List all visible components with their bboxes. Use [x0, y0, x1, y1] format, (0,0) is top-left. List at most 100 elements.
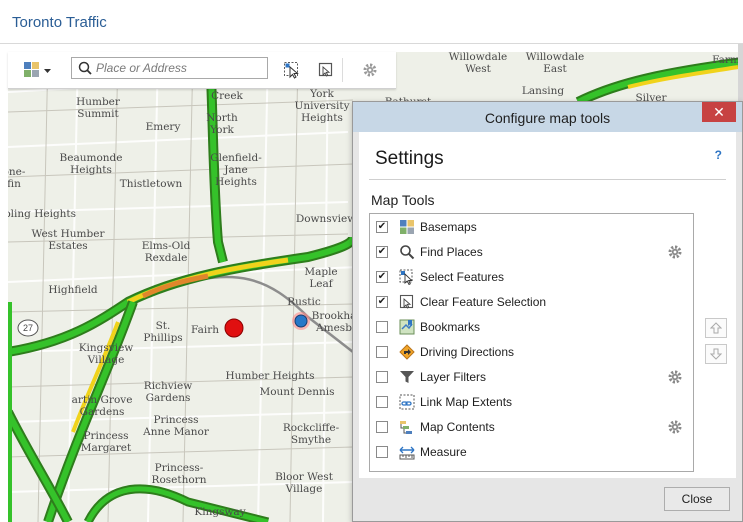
- link-extents-icon: [398, 394, 415, 411]
- map-toolbar: [8, 52, 396, 89]
- search-input[interactable]: [96, 61, 256, 75]
- tool-item-select-features[interactable]: ✔ Select Features: [370, 265, 693, 289]
- tool-label: Basemaps: [420, 220, 477, 234]
- move-down-button[interactable]: [705, 344, 727, 364]
- map-label: artin Grove Gardens: [71, 394, 133, 418]
- checkbox[interactable]: [376, 421, 388, 433]
- map-label: West Humber Estates: [31, 228, 105, 252]
- tool-label: Select Features: [420, 270, 505, 284]
- map-label: Willowdale West: [448, 52, 508, 75]
- arrow-up-icon: [710, 322, 722, 334]
- map-label: Beaumonde Heights: [59, 152, 123, 176]
- checkbox[interactable]: ✔: [376, 271, 388, 283]
- clear-selection-button[interactable]: [314, 58, 338, 82]
- map-label: Highfield: [48, 284, 98, 296]
- app-header: Toronto Traffic: [0, 0, 743, 44]
- tool-label: Find Places: [420, 245, 483, 259]
- map-contents-icon: [398, 419, 415, 436]
- map-label: Glenfield- Jane Heights: [210, 152, 262, 188]
- gear-icon[interactable]: [667, 369, 683, 385]
- map-tools-label: Map Tools: [371, 192, 435, 208]
- map-label: Kingsway: [194, 506, 246, 518]
- tool-item-find-places[interactable]: ✔ Find Places: [370, 240, 693, 264]
- map-label: Rustic: [287, 296, 321, 308]
- clear-selection-icon: [398, 294, 415, 311]
- gear-icon[interactable]: [667, 244, 683, 260]
- tool-label: Bookmarks: [420, 320, 481, 334]
- select-features-icon: [398, 269, 415, 286]
- tool-label: Clear Feature Selection: [420, 295, 547, 309]
- tool-label: Measure: [420, 445, 467, 459]
- tool-label: Link Map Extents: [420, 395, 513, 409]
- checkbox[interactable]: ✔: [376, 296, 388, 308]
- map-label: Farm: [712, 54, 740, 66]
- dialog-titlebar[interactable]: Configure map tools ✕: [353, 102, 742, 132]
- toolbar-divider: [342, 58, 343, 82]
- search-box[interactable]: [71, 57, 268, 79]
- checkbox[interactable]: [376, 396, 388, 408]
- highway-shield-label: 27: [22, 323, 34, 333]
- search-icon: [78, 61, 92, 75]
- dialog-title: Configure map tools: [484, 110, 611, 126]
- checkbox[interactable]: ✔: [376, 246, 388, 258]
- map-label: Thistletown: [119, 178, 183, 190]
- map-label: Humber Summit: [76, 96, 120, 120]
- map-label: Princess Anne Manor: [143, 414, 209, 438]
- map-label: Elms-Old Rexdale: [141, 240, 191, 264]
- gear-icon: [363, 63, 377, 77]
- map-label: Willowdale East: [525, 52, 585, 75]
- map-label: Maple Leaf: [304, 266, 338, 290]
- select-features-icon: [284, 62, 299, 79]
- map-label: pling Heights: [8, 208, 77, 220]
- tool-item-layer-filters[interactable]: Layer Filters: [370, 365, 693, 389]
- checkbox[interactable]: [376, 371, 388, 383]
- map-tools-list[interactable]: ✔ Basemaps ✔ Find Places ✔ Select Featur…: [369, 213, 694, 472]
- move-up-button[interactable]: [705, 318, 727, 338]
- checkbox[interactable]: [376, 346, 388, 358]
- close-x-icon[interactable]: ✕: [702, 102, 736, 122]
- dialog-body: Settings ? Map Tools ✔ Basemaps ✔ Find P…: [359, 132, 736, 478]
- map-label: one- fin: [8, 166, 26, 190]
- checkbox[interactable]: [376, 321, 388, 333]
- map-label: Mount Dennis: [259, 386, 335, 398]
- app-title: Toronto Traffic: [12, 14, 107, 31]
- basemap-button[interactable]: [20, 58, 54, 82]
- divider: [369, 179, 726, 180]
- arrow-down-icon: [710, 348, 722, 360]
- tool-item-measure[interactable]: Measure: [370, 440, 693, 464]
- tool-item-link-map-extents[interactable]: Link Map Extents: [370, 390, 693, 414]
- map-label: Creek: [211, 90, 243, 102]
- map-label: Emery: [145, 121, 181, 133]
- clear-selection-icon: [318, 62, 333, 77]
- help-icon[interactable]: ?: [715, 148, 722, 162]
- map-label: York University Heights: [294, 88, 350, 124]
- map-label: Lansing: [521, 85, 565, 97]
- map-label: Fairh: [191, 324, 219, 336]
- map-label: Richview Gardens: [143, 380, 193, 404]
- checkbox[interactable]: [376, 446, 388, 458]
- toolbar-settings-button[interactable]: [358, 58, 382, 82]
- tool-item-driving-directions[interactable]: Driving Directions: [370, 340, 693, 364]
- basemaps-icon: [398, 219, 415, 236]
- map-label: St. Phillips: [143, 320, 183, 344]
- close-button[interactable]: Close: [664, 487, 730, 511]
- map-label: Princess- Rosethorn: [151, 462, 207, 486]
- gear-icon[interactable]: [667, 419, 683, 435]
- tool-item-bookmarks[interactable]: Bookmarks: [370, 315, 693, 339]
- map-label: Princess Margaret: [80, 430, 132, 454]
- measure-icon: [398, 444, 415, 461]
- map-label: Humber Heights: [225, 370, 315, 382]
- basemap-grid-icon: [24, 62, 51, 77]
- search-icon: [398, 244, 415, 261]
- tool-item-map-contents[interactable]: Map Contents: [370, 415, 693, 439]
- tool-label: Map Contents: [420, 420, 495, 434]
- map-label: Downsview: [295, 213, 357, 225]
- bookmarks-icon: [398, 319, 415, 336]
- tool-item-basemaps[interactable]: ✔ Basemaps: [370, 215, 693, 239]
- checkbox[interactable]: ✔: [376, 221, 388, 233]
- tool-item-clear-feature-selection[interactable]: ✔ Clear Feature Selection: [370, 290, 693, 314]
- tool-label: Driving Directions: [420, 345, 515, 359]
- select-features-button[interactable]: [280, 58, 304, 82]
- tool-label: Layer Filters: [420, 370, 487, 384]
- map-label: Brookha Amesb: [311, 310, 357, 334]
